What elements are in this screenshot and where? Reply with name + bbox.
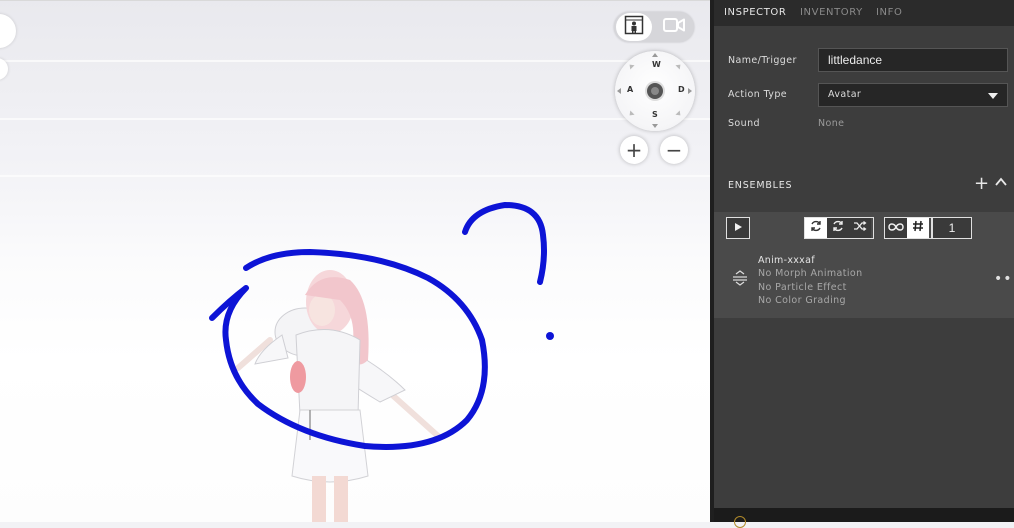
scene-viewport[interactable]: W A D S + − [0,0,710,522]
down-left-arrow-icon [627,110,635,118]
avatar-view-button[interactable] [616,13,652,41]
infinity-icon [888,219,904,237]
tab-inspector[interactable]: INSPECTOR [724,7,786,18]
sound-label: Sound [728,118,760,129]
sound-value[interactable]: None [818,118,844,129]
action-type-select[interactable]: Avatar [818,83,1008,107]
viewport-top-border [0,0,710,1]
backdrop-band [0,60,710,62]
shuffle-mode-button[interactable] [849,218,871,238]
up-arrow-icon [652,53,658,57]
tab-info[interactable]: INFO [876,7,902,18]
down-arrow-icon [652,124,658,128]
animation-name[interactable]: Anim-xxxaf [758,255,815,266]
name-trigger-label: Name/Trigger [728,55,797,66]
playback-mode-group [804,217,874,239]
count-mode-button[interactable] [907,218,929,238]
add-ensemble-icon[interactable]: + [974,175,989,193]
avatar-figure[interactable] [200,240,500,522]
refresh-icon [809,219,823,238]
compass-south-label[interactable]: S [652,110,658,119]
chevron-down-icon [988,93,998,99]
compass-west-label[interactable]: A [627,85,633,94]
down-right-arrow-icon [675,110,683,118]
ensemble-section: 1 Anim-xxxaf No Morph Animation No Parti… [714,212,1014,318]
up-left-arrow-icon [627,62,635,70]
right-arrow-icon [688,88,692,94]
refresh-icon [831,219,845,238]
movement-compass[interactable]: W A D S [615,51,695,131]
compass-north-label[interactable]: W [652,60,661,69]
play-icon [733,219,743,237]
loop-mode-button[interactable] [805,218,827,238]
camera-view-button[interactable] [656,13,692,41]
color-grading-status: No Color Grading [758,295,846,306]
name-trigger-input[interactable]: littledance [818,48,1008,72]
infinite-loop-button[interactable] [885,218,907,238]
action-type-label: Action Type [728,89,787,100]
backdrop-band [0,175,710,177]
left-arrow-icon [617,88,621,94]
chevron-up-icon[interactable] [994,175,1008,189]
backdrop-band [0,118,710,120]
tab-inventory[interactable]: INVENTORY [800,7,863,18]
panel-tab-bar: INSPECTOR INVENTORY INFO [714,0,1014,26]
hash-icon [912,219,924,237]
zoom-in-button[interactable]: + [620,136,648,164]
particle-effect-status: No Particle Effect [758,282,847,293]
side-menu-button[interactable] [0,14,16,48]
repeat-count-input[interactable]: 1 [932,217,972,239]
compass-east-label[interactable]: D [678,85,685,94]
compass-center-button[interactable] [647,83,663,99]
repeat-mode-button[interactable] [827,218,849,238]
more-options-icon[interactable]: ••• [994,272,1014,286]
person-frame-icon [624,15,644,40]
drag-handle-icon[interactable] [732,270,748,286]
inspector-panel: INSPECTOR INVENTORY INFO Name/Trigger li… [714,0,1014,528]
repeat-count-group [884,217,932,239]
play-button[interactable] [726,217,750,239]
camera-view-toggle[interactable] [614,12,694,42]
panel-footer [714,508,1014,528]
video-camera-icon [663,17,685,38]
up-right-arrow-icon [675,62,683,70]
ensembles-heading: ENSEMBLES [728,180,793,191]
status-icon [734,516,746,528]
morph-animation-status: No Morph Animation [758,268,863,279]
zoom-out-button[interactable]: − [660,136,688,164]
action-type-value: Avatar [828,89,862,100]
shuffle-icon [853,219,867,238]
